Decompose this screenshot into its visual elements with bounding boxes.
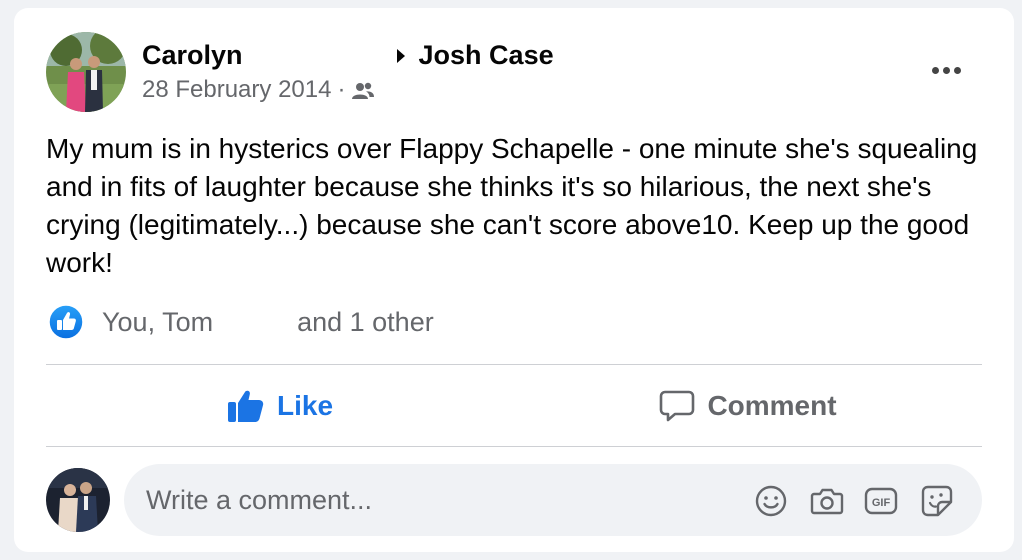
author-name[interactable]: Carolyn [142,40,243,71]
divider [46,364,982,365]
gif-icon[interactable]: GIF [864,484,898,518]
redacted-surname [242,41,393,70]
arrow-right-icon [396,48,405,63]
post-card: Carolyn Josh Case 28 February 2014 · My … [14,8,1014,552]
sticker-icon[interactable] [920,484,954,518]
speech-bubble-icon [660,390,695,422]
reactions-summary[interactable]: You, Tom and 1 other [48,304,434,340]
comment-label: Comment [707,390,837,421]
comment-button[interactable]: Comment [514,370,982,442]
reaction-others[interactable]: and 1 other [297,307,434,338]
thumbs-up-badge-icon [48,304,84,340]
more-dot-icon [942,66,950,74]
user-avatar[interactable] [46,468,110,532]
meta-separator: · [337,76,346,103]
comment-composer: GIF [124,464,982,536]
post-text: My mum is in hysterics over Flappy Schap… [46,133,978,278]
divider [46,446,982,447]
recipient-name[interactable]: Josh Case [419,40,554,71]
like-button[interactable]: Like [46,370,514,442]
post-meta: 28 February 2014 · [142,76,375,104]
more-options-button[interactable] [920,52,972,88]
thumbs-up-icon [227,390,264,422]
comment-input[interactable] [146,464,706,536]
reaction-names[interactable]: You, Tom [102,307,213,338]
like-label: Like [276,390,334,421]
svg-text:GIF: GIF [872,497,891,509]
more-dot-icon [931,66,939,74]
friends-icon[interactable] [351,80,375,100]
author-avatar[interactable] [46,32,126,112]
camera-icon[interactable] [810,484,844,518]
emoji-icon[interactable] [754,484,788,518]
more-dot-icon [953,66,961,74]
post-date[interactable]: 28 February 2014 [142,76,331,104]
post-header: Carolyn Josh Case [142,40,554,71]
